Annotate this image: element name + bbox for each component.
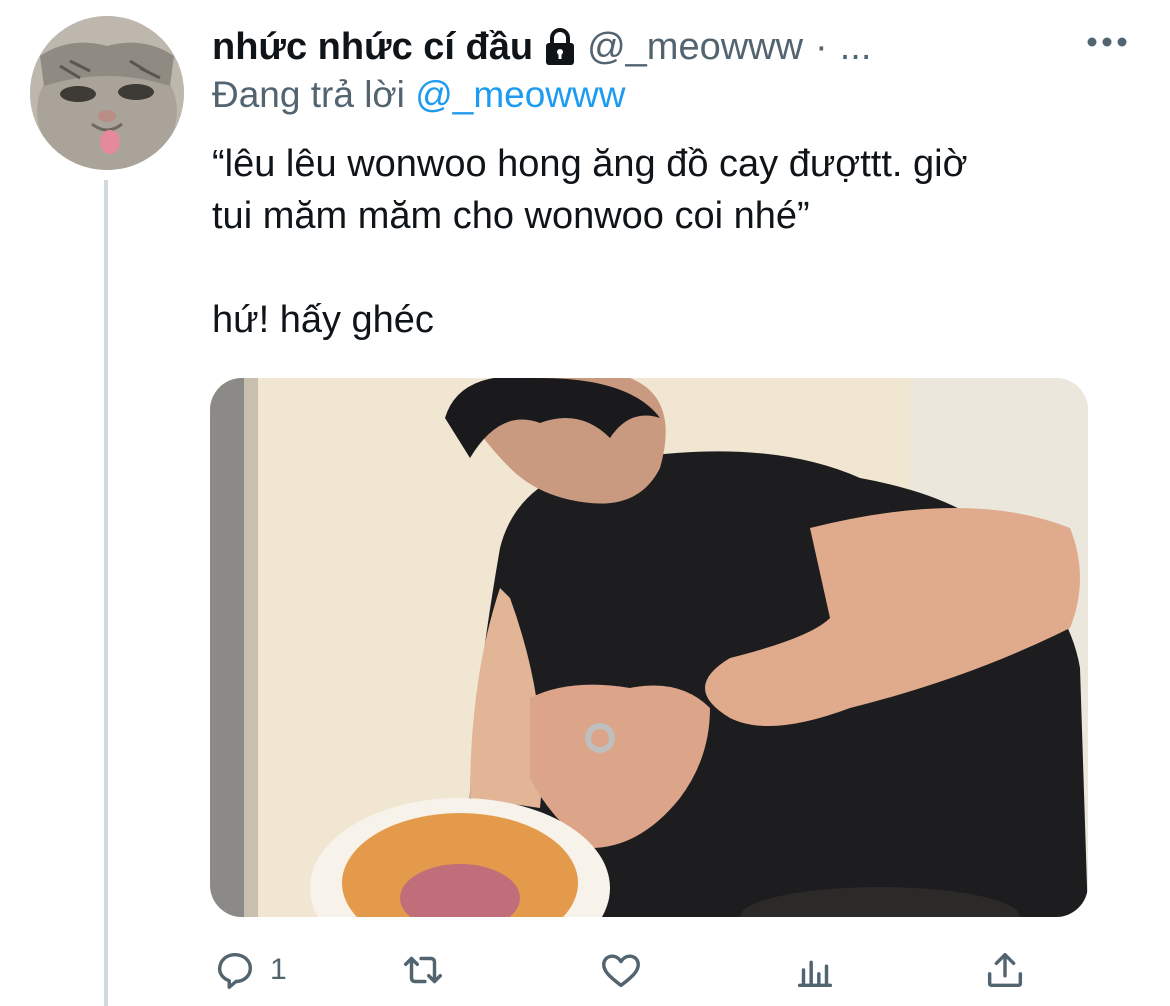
truncation: ... bbox=[839, 25, 872, 68]
more-horizontal-icon[interactable] bbox=[1086, 30, 1128, 54]
tweet-header: nhức nhức cí đầu @_meowww · ... bbox=[212, 22, 1130, 72]
retweet-icon bbox=[404, 956, 442, 984]
tweet-actions: 1 bbox=[212, 940, 1052, 1000]
reply-count: 1 bbox=[270, 953, 287, 986]
replying-to: Đang trả lời @_meowww bbox=[212, 74, 625, 116]
share-button[interactable] bbox=[982, 940, 1028, 1000]
tweet-text-line: tui măm măm cho wonwoo coi nhé” bbox=[212, 195, 810, 237]
tweet-text: “lêu lêu wonwoo hong ăng đồ cay đượttt. … bbox=[212, 138, 1112, 346]
views-button[interactable] bbox=[792, 940, 838, 1000]
lock-icon bbox=[543, 27, 577, 67]
display-name[interactable]: nhức nhức cí đầu bbox=[212, 26, 533, 69]
retweet-button[interactable] bbox=[400, 940, 446, 1000]
photo-image bbox=[210, 378, 1088, 917]
tweet-media-photo[interactable] bbox=[210, 378, 1088, 917]
thread-line bbox=[104, 180, 108, 1006]
cat-avatar-image bbox=[30, 16, 184, 170]
analytics-icon bbox=[797, 960, 833, 988]
reply-icon bbox=[217, 952, 253, 989]
reply-prefix: Đang trả lời bbox=[212, 74, 405, 115]
reply-button[interactable]: 1 bbox=[212, 940, 287, 1000]
tweet-text-line: “lêu lêu wonwoo hong ăng đồ cay đượttt. … bbox=[212, 143, 968, 185]
avatar[interactable] bbox=[30, 16, 184, 170]
handle[interactable]: @_meowww bbox=[587, 26, 803, 69]
like-button[interactable] bbox=[598, 940, 644, 1000]
heart-icon bbox=[602, 954, 640, 988]
tweet-text-line: hứ! hấy ghéc bbox=[212, 299, 434, 341]
reply-handle-link[interactable]: @_meowww bbox=[415, 74, 625, 115]
separator-dot: · bbox=[815, 25, 828, 68]
share-icon bbox=[987, 952, 1023, 988]
